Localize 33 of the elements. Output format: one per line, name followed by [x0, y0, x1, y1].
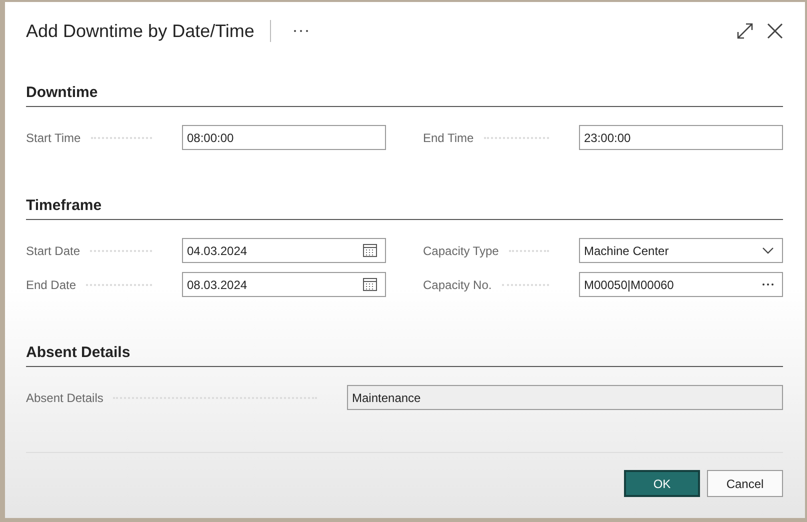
leader-line [86, 284, 152, 286]
field-label: Capacity No. [423, 278, 492, 292]
field-label: End Date [26, 278, 76, 292]
expand-icon[interactable] [737, 23, 753, 39]
close-icon[interactable] [767, 23, 783, 39]
section-heading: Timeframe [26, 196, 783, 220]
leader-line [90, 250, 152, 252]
leader-line [502, 284, 549, 286]
cancel-button[interactable]: Cancel [707, 470, 783, 497]
section-heading: Downtime [26, 83, 783, 107]
leader-line [484, 136, 549, 138]
field-label: Absent Details [26, 390, 104, 404]
chevron-down-icon[interactable] [762, 247, 774, 254]
leader-line [508, 250, 549, 252]
field-label: Start Date [26, 244, 80, 258]
calendar-icon[interactable] [363, 244, 377, 257]
ok-button[interactable]: OK [624, 470, 700, 497]
input-field[interactable]: 04.03.2024 [182, 238, 386, 263]
leader-line [90, 136, 152, 138]
input-field[interactable]: 23:00:00 [579, 125, 783, 150]
input-field[interactable]: M00050|M00060 [579, 272, 783, 297]
input-field[interactable]: Machine Center [579, 238, 783, 263]
section-heading: Absent Details [26, 343, 783, 367]
calendar-icon[interactable] [363, 278, 377, 291]
input-field[interactable]: Maintenance [347, 385, 783, 410]
field-label: End Time [423, 130, 474, 144]
input-field[interactable]: 08.03.2024 [182, 272, 386, 297]
input-field[interactable]: 08:00:00 [182, 125, 386, 150]
more-icon[interactable] [762, 283, 774, 286]
field-label: Start Time [26, 130, 81, 144]
field-label: Capacity Type [423, 244, 499, 258]
more-icon[interactable] [293, 29, 310, 33]
dialog-title: Add Downtime by Date/Time [26, 20, 254, 42]
